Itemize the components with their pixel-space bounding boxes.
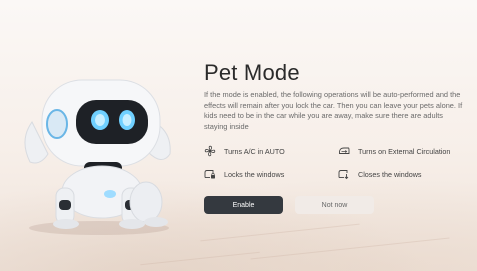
pet-mode-screen: Pet Mode If the mode is enabled, the fol…	[0, 0, 477, 271]
feature-label: Turns on External Circulation	[358, 146, 451, 156]
mode-description: If the mode is enabled, the following op…	[204, 90, 463, 131]
feature-lock-windows: Locks the windows	[204, 168, 284, 180]
not-now-button[interactable]: Not now	[295, 196, 374, 214]
window-close-icon	[338, 168, 350, 180]
page-title: Pet Mode	[204, 60, 300, 85]
feature-label: Turns A/C in AUTO	[224, 146, 285, 156]
air-circulation-icon	[338, 145, 350, 157]
feature-label: Locks the windows	[224, 169, 285, 179]
feature-label: Closes the windows	[358, 169, 422, 179]
feature-close-windows: Closes the windows	[338, 168, 422, 180]
fan-icon	[204, 145, 216, 157]
robot-dog-illustration	[14, 62, 184, 237]
enable-button[interactable]: Enable	[204, 196, 283, 214]
feature-external-circulation: Turns on External Circulation	[338, 145, 450, 157]
feature-ac-auto: Turns A/C in AUTO	[204, 145, 285, 157]
window-lock-icon	[204, 168, 216, 180]
